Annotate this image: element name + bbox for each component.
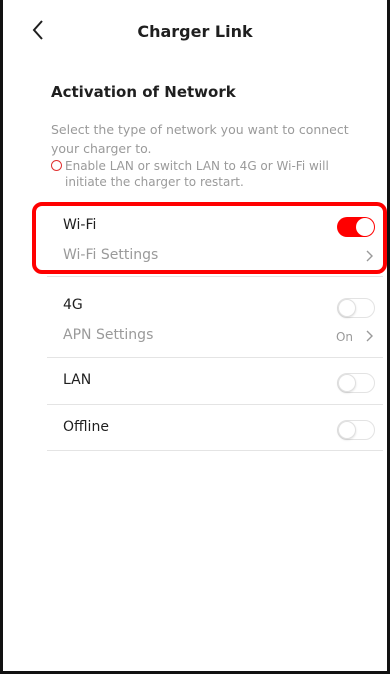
section-title: Activation of Network: [51, 83, 236, 101]
restart-warning-text: Enable LAN or switch LAN to 4G or Wi-Fi …: [65, 159, 329, 189]
4g-row: 4G: [51, 292, 381, 322]
lan-row: LAN: [51, 367, 381, 397]
4g-label: 4G: [63, 297, 83, 313]
divider: [47, 404, 383, 405]
wifi-toggle[interactable]: [337, 217, 375, 237]
wifi-settings-row[interactable]: Wi-Fi Settings: [51, 242, 381, 272]
chevron-right-icon: [363, 249, 375, 263]
offline-row: Offline: [51, 414, 381, 444]
divider: [47, 276, 383, 277]
chevron-right-icon: [363, 329, 375, 343]
restart-warning: Enable LAN or switch LAN to 4G or Wi-Fi …: [51, 158, 371, 190]
divider: [47, 357, 383, 358]
offline-toggle[interactable]: [337, 420, 375, 440]
apn-settings-row[interactable]: APN Settings On: [51, 322, 381, 352]
toggle-knob: [338, 299, 356, 317]
toggle-knob: [356, 218, 374, 236]
wifi-row: Wi-Fi: [51, 212, 381, 242]
info-circle-icon: [51, 160, 62, 171]
wifi-label: Wi-Fi: [63, 217, 97, 233]
lan-label: LAN: [63, 372, 92, 388]
lan-toggle[interactable]: [337, 373, 375, 393]
page-title: Charger Link: [137, 22, 253, 41]
apn-status-value: On: [335, 330, 353, 344]
4g-toggle[interactable]: [337, 298, 375, 318]
toggle-knob: [338, 374, 356, 392]
header: Charger Link: [3, 0, 387, 66]
divider: [47, 450, 383, 451]
apn-settings-label: APN Settings: [63, 327, 154, 343]
toggle-knob: [338, 421, 356, 439]
offline-label: Offline: [63, 419, 109, 435]
section-description: Select the type of network you want to c…: [51, 122, 349, 156]
app-screen: Charger Link Activation of Network Selec…: [0, 0, 390, 674]
wifi-settings-label: Wi-Fi Settings: [63, 247, 159, 263]
